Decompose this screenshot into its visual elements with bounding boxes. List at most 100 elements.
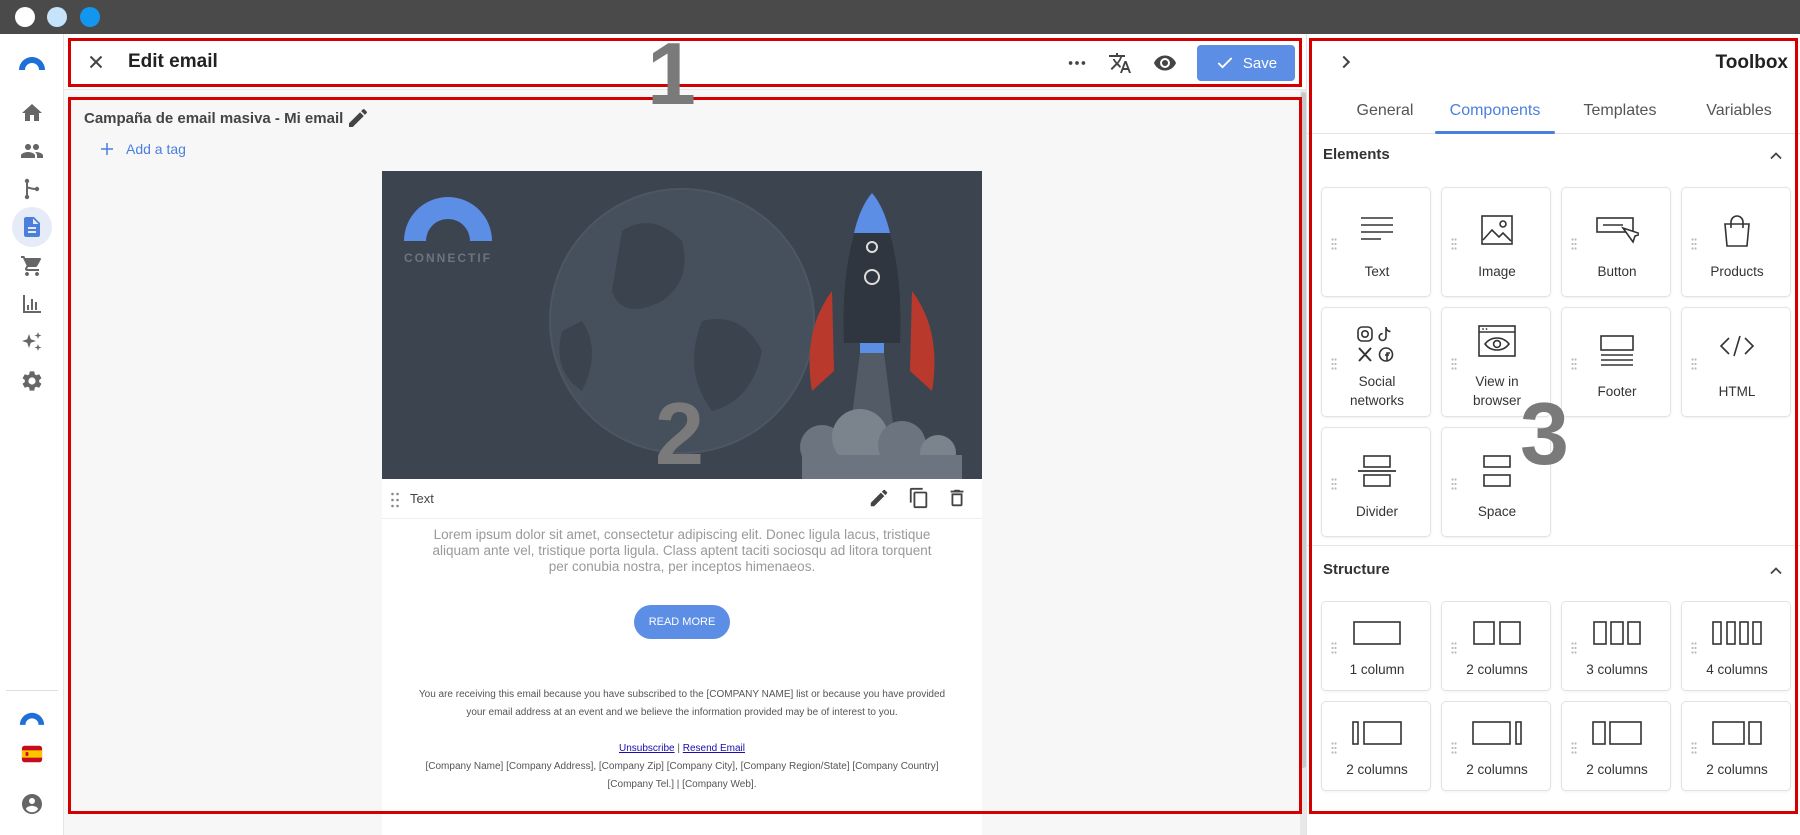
element-tile-label: Text xyxy=(1364,264,1390,279)
element-tile-footer[interactable]: Footer xyxy=(1561,307,1671,417)
structure-tile-label: 2 columns xyxy=(1346,762,1408,777)
structure-tile-5[interactable]: 2 columns xyxy=(1321,701,1431,791)
structure-tile-7[interactable]: 2 columns xyxy=(1561,701,1671,791)
collapse-structure-button[interactable] xyxy=(1766,561,1786,581)
add-tag-label: Add a tag xyxy=(126,141,186,157)
element-tile-label: Divider xyxy=(1355,504,1398,519)
window-close-dot[interactable] xyxy=(15,7,35,27)
narrow-right-columns-icon xyxy=(1442,720,1552,746)
structure-tile-1[interactable]: 1 column xyxy=(1321,601,1431,691)
more-horizontal-icon xyxy=(1068,61,1086,65)
rocket-illustration xyxy=(800,193,962,479)
window-minimize-dot[interactable] xyxy=(47,7,67,27)
delete-block-button[interactable] xyxy=(946,487,970,511)
email-preview: CONNECTIF Text Lorem ipsum dolor sit ame… xyxy=(382,171,982,835)
close-icon xyxy=(89,55,103,69)
element-tile-label: Social networks xyxy=(1349,374,1405,408)
tab-variables[interactable]: Variables xyxy=(1687,102,1791,120)
translate-button[interactable] xyxy=(1107,50,1133,76)
edit-block-button[interactable] xyxy=(868,487,892,511)
tab-templates[interactable]: Templates xyxy=(1565,102,1675,120)
browser-eye-icon xyxy=(1442,324,1552,358)
trash-icon xyxy=(950,489,964,507)
nav-workflows[interactable] xyxy=(12,169,52,209)
tab-general[interactable]: General xyxy=(1335,102,1435,120)
resend-email-link[interactable]: Resend Email xyxy=(683,743,745,754)
link-separator: | xyxy=(677,743,680,754)
nav-content[interactable] xyxy=(12,207,52,247)
home-icon xyxy=(22,104,42,121)
company-address: [Company Name] [Company Address], [Compa… xyxy=(425,761,939,772)
structure-tile-label: 2 columns xyxy=(1466,762,1528,777)
structure-tile-label: 2 columns xyxy=(1586,762,1648,777)
save-button-label: Save xyxy=(1242,54,1278,72)
structure-tile-4[interactable]: 4 columns xyxy=(1681,601,1791,691)
window-maximize-dot[interactable] xyxy=(80,7,100,27)
connectif-small-logo-icon xyxy=(19,712,45,725)
structure-tile-6[interactable]: 2 columns xyxy=(1441,701,1551,791)
block-type-label: Text xyxy=(410,491,434,506)
unsubscribe-link[interactable]: Unsubscribe xyxy=(619,743,675,754)
element-tile-html[interactable]: HTML xyxy=(1681,307,1791,417)
structure-tile-label: 2 columns xyxy=(1466,662,1528,677)
preview-button[interactable] xyxy=(1152,50,1178,76)
element-tile-image[interactable]: Image xyxy=(1441,187,1551,297)
nav-settings[interactable] xyxy=(12,361,52,401)
element-tile-label: Image xyxy=(1478,264,1516,279)
spain-flag-icon xyxy=(21,745,43,763)
structure-tile-8[interactable]: 2 columns xyxy=(1681,701,1791,791)
element-tile-divider[interactable]: Divider xyxy=(1321,427,1431,537)
nav-store[interactable] xyxy=(12,246,52,286)
nav-account-logo[interactable] xyxy=(12,696,52,736)
nav-language[interactable] xyxy=(12,734,52,774)
shopping-bag-icon xyxy=(1682,214,1792,248)
nav-analytics[interactable] xyxy=(12,284,52,324)
element-tile-products[interactable]: Products xyxy=(1681,187,1791,297)
element-tile-social-networks[interactable]: Social networks xyxy=(1321,307,1431,417)
window-titlebar xyxy=(0,0,1800,34)
collapse-toolbox-button[interactable] xyxy=(1335,51,1359,75)
one-column-icon xyxy=(1322,620,1432,646)
hero-logo-text: CONNECTIF xyxy=(404,251,492,265)
duplicate-block-button[interactable] xyxy=(908,487,932,511)
edit-title-button[interactable] xyxy=(346,106,370,130)
page-title: Edit email xyxy=(128,51,218,72)
structure-tile-label: 2 columns xyxy=(1706,762,1768,777)
drag-handle-icon[interactable] xyxy=(390,491,400,509)
section-divider xyxy=(1307,545,1800,546)
two-columns-icon xyxy=(1442,620,1552,646)
structure-tile-3[interactable]: 3 columns xyxy=(1561,601,1671,691)
annotation-label-3: 3 xyxy=(1520,384,1569,483)
left-nav xyxy=(0,34,64,835)
wide-left-columns-icon xyxy=(1682,720,1792,746)
code-icon xyxy=(1682,334,1792,358)
subscription-notice: You are receiving this email because you… xyxy=(418,689,946,718)
element-tile-button[interactable]: Button xyxy=(1561,187,1671,297)
element-tile-label: Footer xyxy=(1597,384,1637,399)
drag-grip-icon[interactable] xyxy=(1691,357,1697,370)
drag-grip-icon[interactable] xyxy=(1451,357,1457,370)
bar-chart-icon xyxy=(23,295,41,313)
image-icon xyxy=(1442,214,1552,246)
nav-contacts[interactable] xyxy=(12,131,52,171)
tab-components[interactable]: Components xyxy=(1435,102,1555,120)
collapse-elements-button[interactable] xyxy=(1766,146,1786,166)
element-tile-text[interactable]: Text xyxy=(1321,187,1431,297)
structure-tile-2[interactable]: 2 columns xyxy=(1441,601,1551,691)
translate-icon xyxy=(1109,53,1131,73)
connectif-logo-icon[interactable] xyxy=(17,52,47,70)
add-tag-button[interactable]: Add a tag xyxy=(98,140,186,158)
email-body-text[interactable]: Lorem ipsum dolor sit amet, consectetur … xyxy=(422,527,942,575)
more-options-button[interactable] xyxy=(1064,50,1090,76)
structure-tile-label: 4 columns xyxy=(1706,662,1768,677)
close-editor-button[interactable] xyxy=(84,50,108,74)
nav-profile[interactable] xyxy=(12,784,52,824)
wide-right-columns-icon xyxy=(1562,720,1672,746)
cart-icon xyxy=(21,256,42,276)
nav-ai[interactable] xyxy=(12,322,52,362)
save-button[interactable]: Save xyxy=(1197,45,1295,81)
read-more-button[interactable]: READ MORE xyxy=(634,605,730,639)
user-account-icon xyxy=(22,794,42,814)
check-icon xyxy=(1217,57,1233,69)
nav-home[interactable] xyxy=(12,93,52,133)
